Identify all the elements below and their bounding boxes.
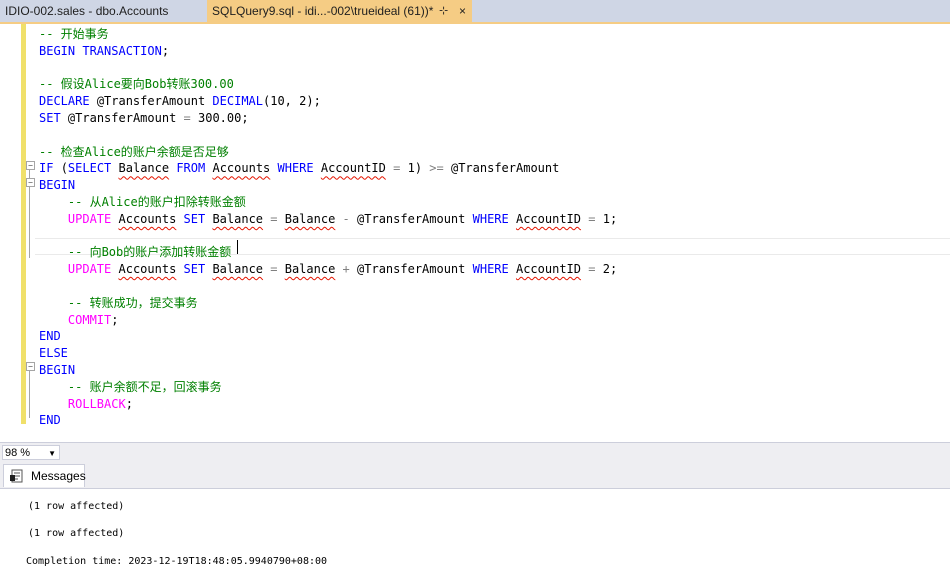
fold-toggle-icon[interactable]: − (26, 362, 35, 371)
chevron-down-icon: ▼ (48, 449, 56, 458)
completion-time: Completion time: 2023-12-19T18:48:05.994… (26, 556, 328, 567)
code-line: END (39, 329, 61, 344)
code-line: -- 开始事务 (39, 27, 109, 41)
outline-line (29, 366, 30, 418)
fold-toggle-icon[interactable]: − (26, 161, 35, 170)
code-line: ROLLBACK; (67, 396, 133, 411)
tab-messages[interactable]: Messages (3, 464, 86, 487)
code-line: -- 从Alice的账户扣除转账金额 (67, 195, 246, 209)
text-caret (237, 240, 238, 254)
code-line: BEGIN (39, 363, 76, 377)
code-line: IF (SELECT Balance FROM Accounts WHERE A… (39, 161, 560, 176)
code-line: UPDATE Accounts SET Balance = Balance - … (67, 211, 618, 226)
code-line: -- 向Bob的账户添加转账金额 (67, 245, 232, 260)
messages-icon (10, 469, 23, 483)
code-line: ELSE (39, 346, 68, 361)
results-tab-bar: Messages (0, 462, 950, 489)
tab-messages-label: Messages (31, 469, 86, 483)
close-icon[interactable]: × (459, 0, 466, 22)
message-line: (1 row affected) (28, 501, 125, 512)
code-line: DECLARE @TransferAmount DECIMAL(10, 2); (39, 94, 321, 109)
code-line: SET @TransferAmount = 300.00; (39, 111, 249, 125)
code-line: -- 转账成功，提交事务 (67, 295, 198, 310)
message-line: (1 row affected) (28, 528, 125, 539)
tab-accounts-table[interactable]: IDIO-002.sales - dbo.Accounts (0, 0, 205, 22)
messages-pane[interactable]: (1 row affected) (1 row affected) Comple… (0, 489, 950, 581)
zoom-value: 98 % (5, 447, 31, 459)
sql-editor[interactable]: − − − -- 开始事务 BEGIN TRANSACTION; -- 假设Alic… (0, 24, 950, 442)
zoom-dropdown[interactable]: 98 % ▼ (2, 445, 60, 460)
document-tab-strip: IDIO-002.sales - dbo.Accounts SQLQuery9.… (0, 0, 950, 24)
editor-status-bar: 98 % ▼ (0, 442, 950, 463)
horizontal-scrollbar[interactable] (62, 446, 948, 460)
outline-line (29, 198, 30, 258)
code-line: -- 检查Alice的账户余额是否足够 (39, 144, 229, 159)
code-line: BEGIN TRANSACTION; (39, 43, 170, 58)
pin-icon[interactable]: ⊹ (439, 0, 448, 22)
code-line: COMMIT; (67, 312, 119, 327)
code-line: UPDATE Accounts SET Balance = Balance + … (67, 262, 618, 277)
code-line: END (39, 413, 61, 428)
tab-sqlquery9[interactable]: SQLQuery9.sql - idi...-002\trueideal (61… (207, 0, 472, 22)
code-line: -- 账户余额不足，回滚事务 (67, 379, 222, 394)
tab-sqlquery9-label: SQLQuery9.sql - idi...-002\trueideal (61… (212, 4, 434, 18)
fold-toggle-icon[interactable]: − (26, 178, 35, 187)
code-line: BEGIN (39, 178, 76, 193)
code-line: -- 假设Alice要向Bob转账300.00 (39, 77, 234, 92)
